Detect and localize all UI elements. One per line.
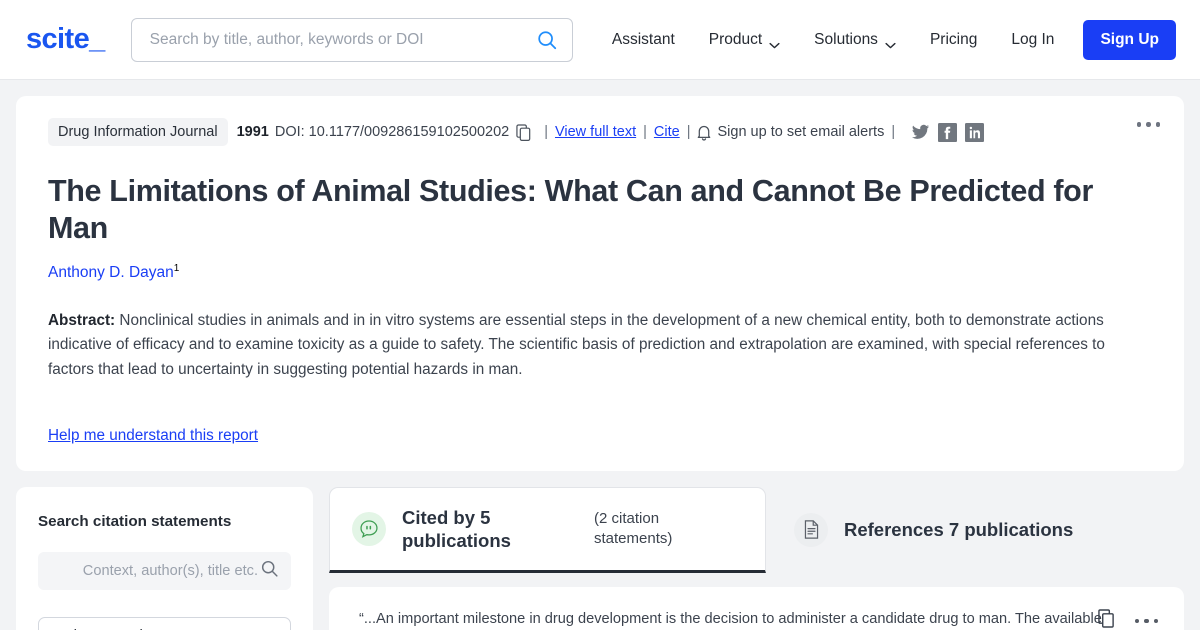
quote-bubble-icon	[352, 511, 386, 546]
citation-search-sidebar: Search citation statements Order By: Rel…	[16, 486, 313, 630]
cite-link[interactable]: Cite	[654, 124, 680, 140]
search-input[interactable]	[147, 29, 536, 50]
tab-cited-by-sublabel: (2 citation statements)	[594, 510, 673, 547]
author-link[interactable]: Anthony D. Dayan	[48, 265, 174, 282]
meta-separator: |	[544, 124, 548, 140]
nav-label: Pricing	[929, 30, 978, 48]
article-meta-row: Drug Information Journal 1991 DOI: 10.11…	[48, 118, 1154, 146]
article-authors: Anthony D. Dayan1	[48, 263, 1154, 282]
tab-cited-by[interactable]: Cited by 5 publications (2 citation stat…	[329, 486, 766, 573]
tab-references[interactable]: References 7 publications	[766, 487, 1184, 573]
nav-label: Product	[708, 30, 763, 48]
tab-cited-by-label: Cited by 5 publications	[402, 506, 511, 551]
abstract-label: Abstract:	[48, 311, 116, 329]
statement-actions	[1097, 609, 1158, 630]
citation-search-input[interactable]	[50, 561, 260, 580]
linkedin-icon[interactable]	[965, 122, 985, 142]
nav-label: Solutions	[814, 30, 878, 48]
chevron-down-icon	[885, 36, 896, 49]
nav-item-assistant[interactable]: Assistant	[595, 18, 692, 62]
statement-more-options-icon[interactable]	[1134, 618, 1158, 624]
sidebar-heading: Search citation statements	[38, 512, 232, 530]
tab-references-label: References 7 publications	[844, 519, 1074, 541]
publication-year: 1991	[236, 124, 269, 140]
sign-up-button[interactable]: Sign Up	[1083, 19, 1176, 60]
article-abstract: Abstract: Nonclinical studies in animals…	[48, 309, 1154, 384]
search-icon[interactable]	[536, 29, 558, 51]
nav-item-pricing[interactable]: Pricing	[913, 18, 994, 62]
page-body: Drug Information Journal 1991 DOI: 10.11…	[0, 80, 1200, 630]
meta-separator: |	[686, 124, 691, 140]
nav-item-solutions[interactable]: Solutions	[797, 18, 913, 62]
help-understand-report-link[interactable]: Help me understand this report	[48, 427, 258, 445]
article-card: Drug Information Journal 1991 DOI: 10.11…	[16, 96, 1184, 471]
email-alerts-label[interactable]: Sign up to set email alerts	[717, 124, 884, 140]
copy-statement-icon[interactable]	[1097, 609, 1115, 630]
nav-label: Log In	[1011, 30, 1055, 48]
search-icon[interactable]	[260, 559, 279, 583]
bell-icon	[697, 124, 711, 141]
document-icon	[794, 512, 828, 547]
abstract-body: Nonclinical studies in animals and in in…	[48, 311, 1105, 379]
main-navigation: Assistant Product Solutions Pricing Log …	[595, 18, 1176, 62]
citations-content: Cited by 5 publications (2 citation stat…	[329, 486, 1184, 630]
facebook-icon[interactable]	[938, 122, 958, 142]
lower-section: Search citation statements Order By: Rel…	[16, 486, 1184, 630]
scite-logo[interactable]: scite_	[26, 23, 105, 56]
global-search-bar[interactable]	[130, 17, 573, 62]
meta-separator: |	[891, 124, 896, 140]
article-title: The Limitations of Animal Studies: What …	[48, 174, 1093, 246]
journal-badge[interactable]: Drug Information Journal	[48, 118, 228, 146]
statement-quote: “...An important milestone in drug devel…	[359, 610, 1102, 627]
nav-label: Assistant	[611, 30, 675, 48]
article-more-options-icon[interactable]	[1136, 122, 1160, 127]
citation-search-box[interactable]	[38, 551, 291, 590]
citation-statement-text: “...An important milestone in drug devel…	[359, 609, 1104, 630]
chevron-down-icon	[769, 36, 780, 49]
citation-tabs: Cited by 5 publications (2 citation stat…	[329, 486, 1184, 573]
site-header: scite_ Assistant Product Solutions Prici…	[0, 0, 1200, 80]
copy-doi-icon[interactable]	[516, 123, 531, 141]
author-affiliation-marker: 1	[173, 263, 180, 275]
view-full-text-link[interactable]: View full text	[555, 124, 636, 140]
doi-text: DOI: 10.1177/009286159102500202	[274, 124, 510, 140]
order-by-select[interactable]: Order By: Relevance	[38, 616, 291, 630]
nav-item-login[interactable]: Log In	[994, 18, 1071, 62]
twitter-icon[interactable]	[911, 123, 930, 142]
nav-item-product[interactable]: Product	[692, 18, 797, 62]
meta-separator: |	[643, 124, 647, 140]
social-share-group	[911, 122, 985, 142]
citation-statement-card: “...An important milestone in drug devel…	[329, 586, 1184, 630]
